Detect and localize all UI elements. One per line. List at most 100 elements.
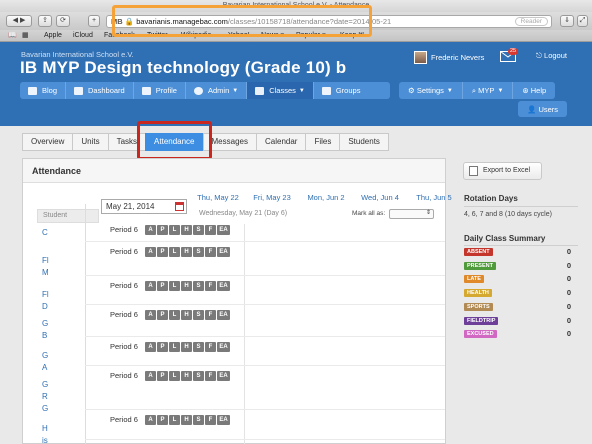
users-button[interactable]: 👤 Users	[518, 101, 568, 117]
date-column-link[interactable]: Wed, Jun 4	[353, 193, 407, 202]
attendance-code-button[interactable]: A	[145, 415, 156, 425]
attendance-code-button[interactable]: EA	[217, 281, 230, 291]
attendance-code-button[interactable]: S	[193, 225, 204, 235]
attendance-code-button[interactable]: L	[169, 225, 180, 235]
bookmark-item[interactable]: Wikipedia	[181, 31, 211, 41]
attendance-code-button[interactable]: P	[157, 415, 168, 425]
tab-students[interactable]: Students	[339, 133, 389, 151]
attendance-code-button[interactable]: S	[193, 415, 204, 425]
bookmark-item[interactable]: Twitter	[147, 31, 168, 41]
new-tab-icon[interactable]: +	[88, 15, 100, 27]
nav-groups[interactable]: Groups	[314, 82, 369, 99]
export-excel-button[interactable]: Export to Excel	[463, 162, 542, 180]
share-icon[interactable]: ⇪	[38, 15, 52, 27]
attendance-code-button[interactable]: L	[169, 310, 180, 320]
attendance-code-button[interactable]: F	[205, 415, 216, 425]
attendance-code-button[interactable]: F	[205, 281, 216, 291]
attendance-code-button[interactable]: P	[157, 247, 168, 257]
attendance-code-button[interactable]: EA	[217, 415, 230, 425]
attendance-code-button[interactable]: EA	[217, 225, 230, 235]
bookmark-item[interactable]: Facebook	[104, 31, 135, 41]
attendance-code-button[interactable]: A	[145, 225, 156, 235]
date-column-link[interactable]: Thu, Jun 5	[407, 193, 461, 202]
tab-files[interactable]: Files	[305, 133, 340, 151]
bookmark-item[interactable]: Keep It!	[340, 31, 364, 41]
mark-all-select[interactable]: ⇕	[389, 209, 434, 219]
attendance-code-button[interactable]: A	[145, 247, 156, 257]
attendance-code-button[interactable]: S	[193, 342, 204, 352]
attendance-code-button[interactable]: F	[205, 225, 216, 235]
attendance-code-button[interactable]: A	[145, 342, 156, 352]
nav-settings[interactable]: ⚙ Settings ▼	[399, 82, 463, 99]
nav-admin[interactable]: Admin ▼	[186, 82, 248, 99]
logout-link[interactable]: ⎋ Logout	[536, 51, 567, 61]
attendance-code-button[interactable]: H	[181, 415, 192, 425]
attendance-code-button[interactable]: S	[193, 310, 204, 320]
user-menu[interactable]: Frederic Nevers	[414, 49, 484, 65]
attendance-code-button[interactable]: L	[169, 415, 180, 425]
attendance-code-button[interactable]: A	[145, 310, 156, 320]
bookmark-item[interactable]: Yahoo!	[228, 31, 250, 41]
attendance-code-button[interactable]: H	[181, 342, 192, 352]
student-name-link[interactable]: G A	[42, 350, 48, 374]
attendance-code-button[interactable]: H	[181, 247, 192, 257]
attendance-code-button[interactable]: F	[205, 247, 216, 257]
nav-classes[interactable]: Classes ▼	[247, 82, 314, 99]
date-column-link[interactable]: Thu, May 22	[191, 193, 245, 202]
tab-overview[interactable]: Overview	[22, 133, 73, 151]
student-name-link[interactable]: C	[42, 227, 48, 239]
tab-units[interactable]: Units	[72, 133, 108, 151]
reload-icon[interactable]: ⟳	[56, 15, 70, 27]
attendance-code-button[interactable]: S	[193, 247, 204, 257]
attendance-code-button[interactable]: H	[181, 281, 192, 291]
attendance-code-button[interactable]: L	[169, 342, 180, 352]
nav-help[interactable]: ⊛ Help	[513, 82, 556, 99]
attendance-code-button[interactable]: F	[205, 310, 216, 320]
top-sites-icon[interactable]: ▦	[22, 31, 29, 41]
nav-profile[interactable]: Profile	[134, 82, 186, 99]
bookmark-item[interactable]: Popular ▾	[296, 31, 326, 41]
attendance-code-button[interactable]: A	[145, 371, 156, 381]
date-column-link[interactable]: Mon, Jun 2	[299, 193, 353, 202]
attendance-code-button[interactable]: F	[205, 342, 216, 352]
attendance-code-button[interactable]: P	[157, 225, 168, 235]
student-name-link[interactable]: Fl M	[42, 255, 49, 279]
attendance-code-button[interactable]: P	[157, 281, 168, 291]
attendance-code-button[interactable]: L	[169, 247, 180, 257]
sidebar-icon[interactable]: 📖	[8, 31, 17, 41]
attendance-code-button[interactable]: S	[193, 371, 204, 381]
tab-tasks[interactable]: Tasks	[107, 133, 146, 151]
bookmark-item[interactable]: Apple	[44, 31, 62, 41]
bookmark-item[interactable]: News ▾	[261, 31, 284, 41]
fullscreen-icon[interactable]: ⤢	[577, 15, 588, 27]
attendance-code-button[interactable]: EA	[217, 310, 230, 320]
downloads-icon[interactable]: ⇓	[560, 15, 574, 27]
reader-button[interactable]: Reader	[514, 17, 548, 26]
attendance-code-button[interactable]: P	[157, 342, 168, 352]
student-name-link[interactable]: H is	[42, 423, 48, 444]
address-bar[interactable]: MB 🔒 bavarianis.managebac.com/classes/10…	[106, 15, 552, 28]
date-column-link[interactable]: Fri, May 23	[245, 193, 299, 202]
attendance-code-button[interactable]: EA	[217, 371, 230, 381]
date-picker-input[interactable]: May 21, 2014	[101, 199, 187, 214]
nav-blog[interactable]: Blog	[20, 82, 67, 99]
attendance-code-button[interactable]: H	[181, 310, 192, 320]
attendance-code-button[interactable]: S	[193, 281, 204, 291]
tab-calendar[interactable]: Calendar	[255, 133, 306, 151]
nav-myp[interactable]: ⌕ MYP ▼	[462, 82, 514, 99]
calendar-icon[interactable]	[175, 202, 184, 211]
attendance-code-button[interactable]: P	[157, 310, 168, 320]
attendance-code-button[interactable]: A	[145, 281, 156, 291]
attendance-code-button[interactable]: L	[169, 371, 180, 381]
attendance-code-button[interactable]: F	[205, 371, 216, 381]
attendance-code-button[interactable]: H	[181, 225, 192, 235]
attendance-code-button[interactable]: EA	[217, 247, 230, 257]
student-name-link[interactable]: Fl D	[42, 289, 49, 313]
attendance-code-button[interactable]: P	[157, 371, 168, 381]
nav-dashboard[interactable]: Dashboard	[66, 82, 134, 99]
attendance-code-button[interactable]: L	[169, 281, 180, 291]
bookmark-item[interactable]: iCloud	[73, 31, 93, 41]
student-name-link[interactable]: G R G	[42, 379, 48, 415]
back-forward-buttons[interactable]: ◀ ▶	[6, 15, 32, 27]
tab-attendance[interactable]: Attendance	[145, 133, 203, 151]
